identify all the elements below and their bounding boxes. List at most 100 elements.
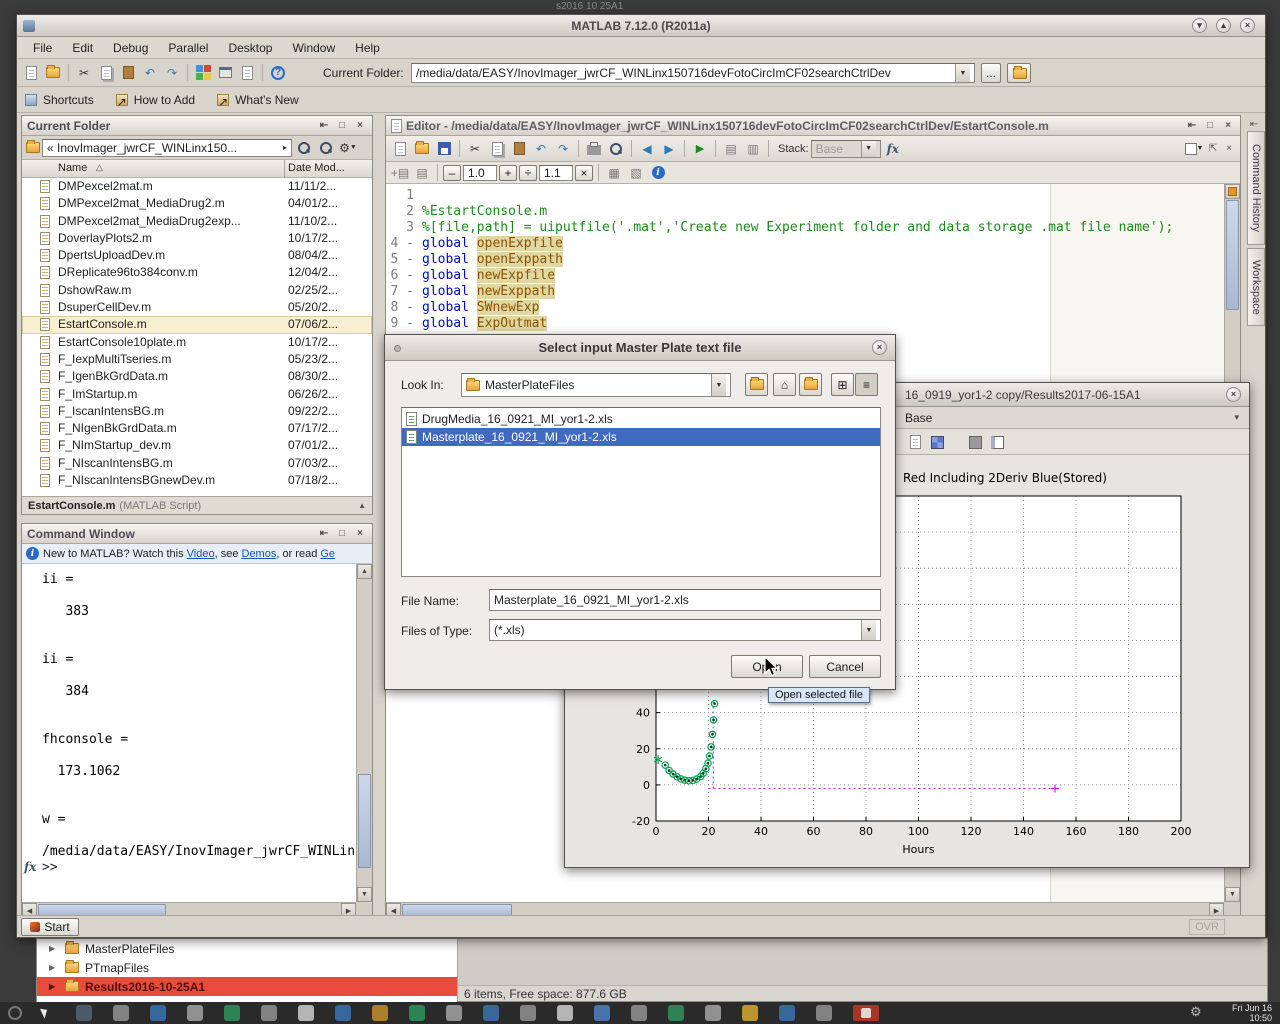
taskbar-icon[interactable]	[298, 1005, 314, 1021]
figure-panel-button[interactable]	[987, 432, 1007, 452]
current-folder-header[interactable]: Current Folder ⇤ □ ×	[22, 116, 372, 136]
back-button[interactable]: ◀	[637, 139, 657, 159]
dialog-titlebar[interactable]: Select input Master Plate text file ×	[385, 335, 895, 361]
open-file-button[interactable]	[43, 63, 63, 83]
taskbar-icon[interactable]	[705, 1005, 721, 1021]
figure-new-button[interactable]	[905, 432, 925, 452]
taskbar-icon[interactable]	[483, 1005, 499, 1021]
file-row[interactable]: F_ImStartup.m06/26/2...	[22, 386, 372, 403]
save-button[interactable]	[434, 139, 454, 159]
insert-cell-button[interactable]: +▤	[390, 163, 410, 183]
open-button[interactable]	[412, 139, 432, 159]
command-vscrollbar[interactable]: ▲ ▼	[356, 564, 372, 902]
taskbar-icon[interactable]	[557, 1005, 573, 1021]
getting-started-link[interactable]: Ge	[320, 548, 335, 560]
file-row[interactable]: F_IscanIntensBG.m09/22/2...	[22, 403, 372, 420]
code-line[interactable]: 2%EstartConsole.m	[386, 204, 1224, 220]
file-row[interactable]: DpertsUploadDev.m08/04/2...	[22, 247, 372, 264]
taskbar-icon[interactable]	[150, 1005, 166, 1021]
run-button[interactable]: ▶	[690, 139, 710, 159]
dock-icon[interactable]: ⇤	[317, 527, 331, 541]
file-row[interactable]: F_NImStartup_dev.m07/01/2...	[22, 437, 372, 454]
taskbar-icon[interactable]	[113, 1005, 129, 1021]
taskbar-icon[interactable]	[187, 1005, 203, 1021]
new-folder-button[interactable]: *	[799, 373, 822, 396]
figure-close-button[interactable]: ×	[1226, 387, 1241, 402]
expander-icon[interactable]: ▶	[49, 944, 59, 953]
stack-combobox[interactable]: Base ▼	[811, 140, 881, 158]
demos-link[interactable]: Demos	[242, 548, 277, 560]
current-folder-combobox[interactable]: /media/data/EASY/InovImager_jwrCF_WINLin…	[411, 63, 975, 83]
menu-help[interactable]: Help	[345, 38, 390, 58]
look-in-arrow-icon[interactable]: ▼	[711, 374, 726, 396]
files-of-type-combobox[interactable]: (*.xls) ▼	[489, 619, 881, 641]
taskbar-icon[interactable]	[372, 1005, 388, 1021]
new-file-button[interactable]	[21, 63, 41, 83]
taskbar-icon[interactable]	[631, 1005, 647, 1021]
file-row[interactable]: F_NIgenBkGrdData.m07/17/2...	[22, 420, 372, 437]
profiler-button[interactable]	[237, 63, 257, 83]
command-output-area[interactable]: ii = 383 ii = 384 fhconsole = 173.1062 w…	[22, 564, 356, 902]
file-row[interactable]: DoverlayPlots2.m10/17/2...	[22, 230, 372, 247]
taskbar-icon[interactable]	[409, 1005, 425, 1021]
restore-icon[interactable]: □	[1203, 119, 1217, 133]
file-details-bar[interactable]: EstartConsole.m (MATLAB Script) ▲	[22, 496, 372, 514]
restore-icon[interactable]: □	[335, 119, 349, 133]
file-row[interactable]: DReplicate96to384conv.m12/04/2...	[22, 264, 372, 281]
dialog-file-row[interactable]: Masterplate_16_0921_MI_yor1-2.xls	[402, 428, 880, 446]
path-dropdown-arrow-icon[interactable]: ▼	[955, 64, 970, 82]
system-settings-icon[interactable]: ⚙	[1190, 1004, 1202, 1020]
dock-icon[interactable]: ⇤	[1247, 117, 1261, 131]
file-name-input[interactable]: Masterplate_16_0921_MI_yor1-2.xls	[489, 589, 881, 611]
browse-folder-button[interactable]: ...	[981, 63, 1001, 83]
file-row[interactable]: EstartConsole.m07/06/2...	[22, 316, 372, 333]
divide-button[interactable]: ÷	[519, 165, 537, 181]
search-folder-button[interactable]	[316, 138, 336, 158]
taskbar-icon-active[interactable]	[853, 1005, 879, 1021]
close-button[interactable]: ×	[1240, 18, 1255, 33]
up-folder-button[interactable]: ↑	[1007, 63, 1031, 83]
split-editor-button[interactable]: ▼	[1184, 139, 1204, 159]
video-link[interactable]: Video	[187, 548, 215, 560]
file-row[interactable]: DsuperCellDev.m05/20/2...	[22, 299, 372, 316]
minimize-button[interactable]: ▾	[1192, 18, 1207, 33]
pointer-icon[interactable]	[40, 1006, 50, 1019]
taskbar-icon[interactable]	[816, 1005, 832, 1021]
simulink-button[interactable]	[193, 63, 213, 83]
look-in-combobox[interactable]: MasterPlateFiles ▼	[461, 373, 731, 397]
expander-icon[interactable]: ▶	[49, 982, 59, 991]
shortcut-whats-new[interactable]: What's New	[235, 93, 299, 107]
increment-button[interactable]: +	[499, 165, 517, 181]
code-line[interactable]: 9 -global ExpOutmat	[386, 316, 1224, 332]
taskbar-icon[interactable]	[76, 1005, 92, 1021]
copy-button[interactable]	[96, 63, 116, 83]
panel-close-icon[interactable]: ×	[353, 119, 367, 133]
paste-button[interactable]	[118, 63, 138, 83]
decrement-button[interactable]: –	[443, 165, 461, 181]
help-button[interactable]: ?	[268, 63, 288, 83]
name-column-header[interactable]: Name	[58, 162, 87, 174]
guide-button[interactable]	[215, 63, 235, 83]
command-window-header[interactable]: Command Window ⇤ □ ×	[22, 524, 372, 544]
dialog-file-row[interactable]: DrugMedia_16_0921_MI_yor1-2.xls	[402, 410, 880, 428]
taskbar-icon[interactable]	[335, 1005, 351, 1021]
launcher-icon[interactable]	[8, 1006, 22, 1020]
file-row[interactable]: F_IgenBkGrdData.m08/30/2...	[22, 368, 372, 385]
tab-workspace[interactable]: Workspace	[1247, 248, 1265, 326]
file-row[interactable]: F_NIscanIntensBGnewDev.m07/18/2...	[22, 472, 372, 489]
multiply-button[interactable]: ×	[575, 165, 593, 181]
redo-button[interactable]: ↷	[553, 139, 573, 159]
menu-edit[interactable]: Edit	[62, 38, 103, 58]
menu-desktop[interactable]: Desktop	[218, 38, 282, 58]
undo-button[interactable]: ↶	[531, 139, 551, 159]
publish-button[interactable]: ▦	[604, 163, 624, 183]
date-column-header[interactable]: Date Mod...	[288, 162, 345, 174]
grid-view-button[interactable]: ⊞	[831, 373, 854, 396]
value2-field[interactable]: 1.1	[539, 165, 573, 181]
editor-header[interactable]: Editor - /media/data/EASY/InovImager_jwr…	[386, 116, 1240, 136]
undo-button[interactable]: ↶	[140, 63, 160, 83]
paste-button[interactable]	[509, 139, 529, 159]
code-line[interactable]: 1	[386, 188, 1224, 204]
fm-folder-row[interactable]: ▶PTmapFiles	[37, 958, 457, 977]
taskbar-icon[interactable]	[261, 1005, 277, 1021]
